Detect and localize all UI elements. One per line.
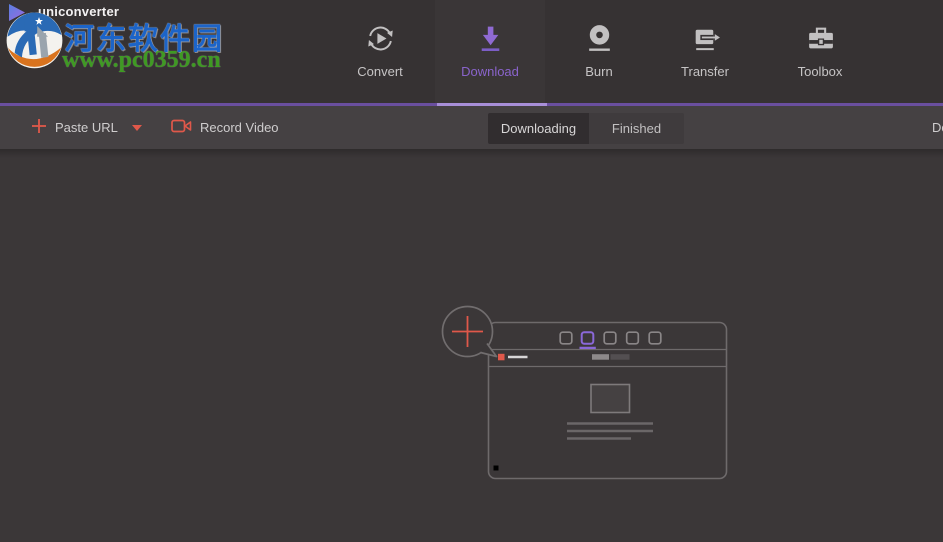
watermark-site-logo: [3, 8, 66, 76]
download-icon: [475, 23, 506, 56]
plus-icon: [31, 118, 47, 137]
uniconverter-window: { "app": { "name": "uniconverter" }, "wa…: [0, 0, 943, 542]
tab-burn-label: Burn: [585, 64, 613, 79]
empty-downloads-illustration: [430, 295, 740, 495]
chevron-down-icon[interactable]: [131, 124, 142, 131]
tab-transfer-label: Transfer: [681, 64, 729, 79]
tab-convert-label: Convert: [357, 64, 403, 79]
tab-convert[interactable]: Convert: [325, 0, 435, 103]
plus-bubble-icon: [441, 305, 498, 358]
tab-finished-label: Finished: [611, 121, 662, 136]
toolbox-icon: [805, 23, 836, 56]
download-toolbar: Paste URL Record Video Downloading Finis…: [0, 106, 943, 149]
tab-finished[interactable]: Finished: [589, 113, 684, 144]
tab-transfer[interactable]: Transfer: [650, 0, 760, 103]
toolbar-shadow: [0, 149, 943, 158]
convert-icon: [365, 23, 396, 56]
record-video-button[interactable]: Record Video: [171, 106, 279, 149]
download-filter-tabs: Downloading Finished: [488, 113, 684, 144]
tab-download-label: Download: [461, 64, 519, 79]
tab-toolbox[interactable]: Toolbox: [765, 0, 875, 103]
tab-downloading[interactable]: Downloading: [488, 113, 589, 144]
tab-downloading-label: Downloading: [500, 121, 577, 136]
camcorder-icon: [171, 118, 192, 137]
transfer-icon: [690, 23, 721, 56]
paste-url-button[interactable]: Paste URL: [31, 106, 142, 149]
record-video-label: Record Video: [200, 120, 279, 135]
paste-url-label: Paste URL: [55, 120, 118, 135]
watermark-site-url: www.pc0359.cn: [62, 47, 221, 73]
tab-burn[interactable]: Burn: [544, 0, 654, 103]
burn-icon: [584, 23, 615, 56]
tab-download[interactable]: Download: [435, 0, 545, 103]
browser-window-outline: [487, 321, 728, 480]
clipped-right-option[interactable]: Do: [932, 106, 943, 149]
tab-toolbox-label: Toolbox: [797, 64, 843, 79]
